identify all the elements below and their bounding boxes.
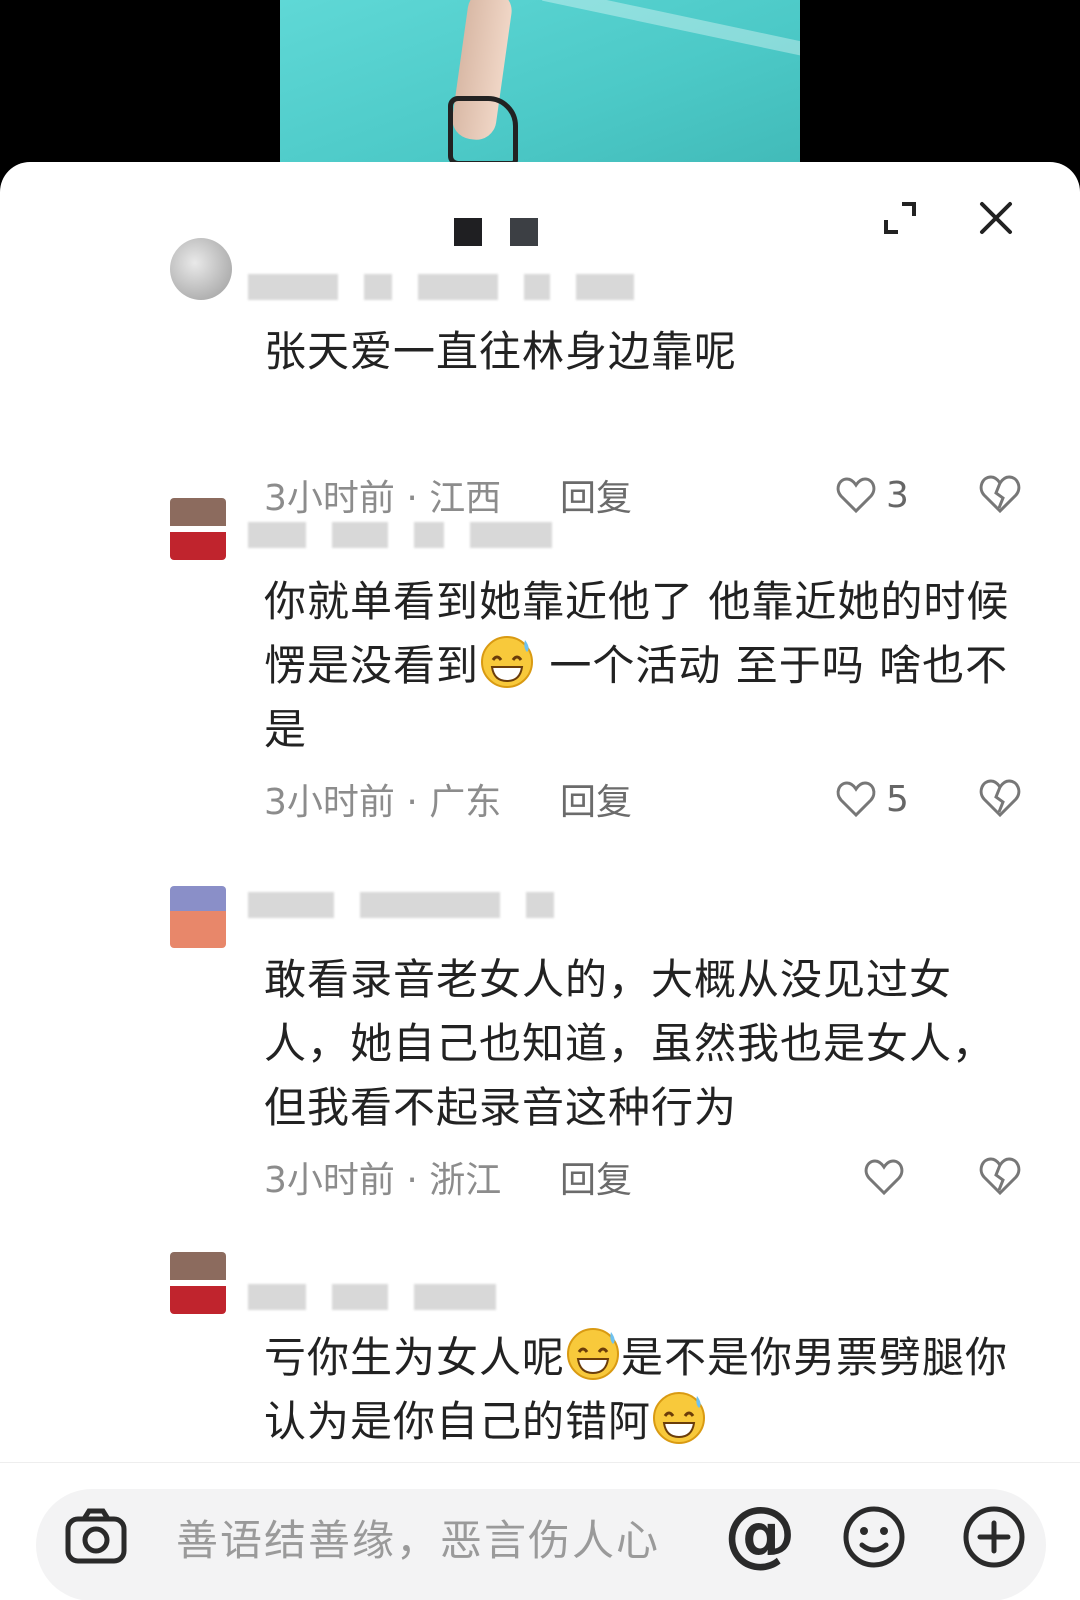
sheet-title-redacted <box>454 218 544 246</box>
reply-button[interactable]: 回复 <box>560 470 632 520</box>
like-button[interactable] <box>864 1152 914 1202</box>
mention-button[interactable]: @ <box>724 1491 796 1575</box>
like-count: 5 <box>886 778 909 820</box>
username-redacted[interactable] <box>248 1282 496 1312</box>
avatar[interactable] <box>170 498 226 560</box>
comment-input-bar: 善语结善缘，恶言伤人心 @ <box>0 1462 1080 1600</box>
comment-meta: 3小时前 · 浙江 <box>264 1160 502 1201</box>
close-icon[interactable] <box>976 198 1016 238</box>
comment-text: 敢看录音老女人的，大概从没见过女人，她自己也知道，虽然我也是女人，但我看不起录音… <box>264 955 996 1132</box>
plus-circle-icon[interactable] <box>960 1503 1028 1571</box>
username-redacted[interactable] <box>248 890 554 920</box>
sheet-header <box>0 162 1080 272</box>
reply-button[interactable]: 回复 <box>560 1152 632 1202</box>
camera-icon[interactable] <box>62 1503 130 1571</box>
grin-sweat-emoji <box>481 636 534 688</box>
comment-sheet: 张天爱一直往林身边靠呢 3小时前 · 江西 回复 3 你就单看到她靠近他了 他靠… <box>0 162 1080 1600</box>
heart-outline-icon <box>836 477 876 514</box>
like-button[interactable]: 3 <box>836 470 909 520</box>
shoe-image <box>448 96 518 166</box>
expand-icon[interactable] <box>880 198 920 238</box>
input-placeholder: 善语结善缘，恶言伤人心 <box>176 1516 661 1565</box>
floor-stripe <box>542 0 800 68</box>
comment-meta: 3小时前 · 江西 <box>264 478 502 519</box>
avatar[interactable] <box>170 1252 226 1314</box>
username-redacted[interactable] <box>248 520 552 550</box>
heart-outline-icon <box>864 1159 904 1196</box>
comment-text: 张天爱一直往林身边靠呢 <box>264 327 738 376</box>
broken-heart-icon[interactable] <box>978 1154 1022 1198</box>
comment-meta: 3小时前 · 广东 <box>264 782 502 823</box>
broken-heart-icon[interactable] <box>978 472 1022 516</box>
username-redacted[interactable] <box>248 272 634 302</box>
avatar[interactable] <box>170 238 232 300</box>
like-count: 3 <box>886 474 909 516</box>
reply-button[interactable]: 回复 <box>560 774 632 824</box>
comment-text: 亏你生为女人呢 是不是你男票劈腿你认为是你自己的错阿 <box>264 1326 1034 1454</box>
grin-sweat-emoji <box>567 1328 620 1380</box>
comment-text: 你就单看到她靠近他了 他靠近她的时候愣是没看到 一个活动 至于吗 啥也不是 <box>264 577 1010 754</box>
heart-outline-icon <box>836 781 876 818</box>
grin-sweat-emoji <box>653 1392 706 1444</box>
broken-heart-icon[interactable] <box>978 776 1022 820</box>
emoji-icon[interactable] <box>840 1503 908 1571</box>
like-button[interactable]: 5 <box>836 774 909 824</box>
avatar[interactable] <box>170 886 226 948</box>
